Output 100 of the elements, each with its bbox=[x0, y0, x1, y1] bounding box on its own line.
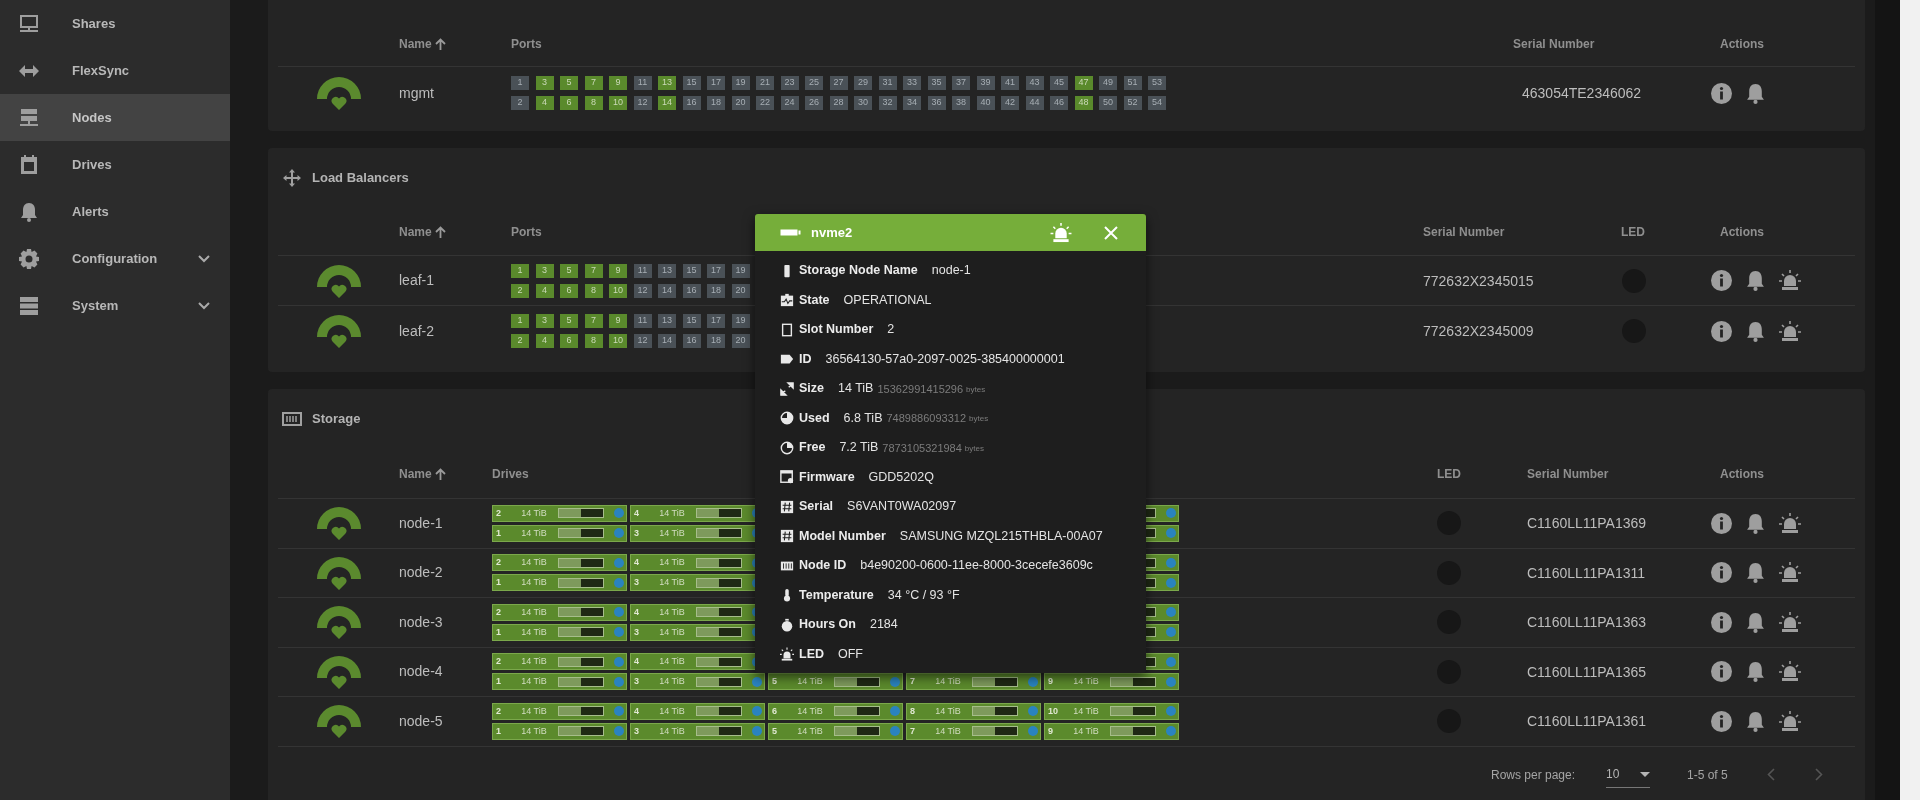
column-header: Actions bbox=[1720, 465, 1764, 483]
drive-slot[interactable]: 7 14 TiB bbox=[906, 722, 1041, 740]
usage-bar bbox=[834, 726, 880, 737]
drive-slot[interactable]: 3 14 TiB bbox=[630, 673, 765, 691]
hash-icon bbox=[780, 529, 794, 544]
info-icon[interactable] bbox=[1711, 611, 1732, 633]
drive-slot[interactable]: 10 14 TiB bbox=[1044, 702, 1179, 720]
usage-bar bbox=[558, 726, 604, 737]
info-icon[interactable] bbox=[1711, 710, 1732, 732]
sidebar-item[interactable]: Shares bbox=[0, 0, 230, 47]
close-icon[interactable] bbox=[1104, 225, 1118, 240]
port-indicator: 53 bbox=[1148, 76, 1166, 90]
column-header[interactable]: Name bbox=[399, 464, 432, 483]
siren-icon[interactable] bbox=[1779, 562, 1801, 584]
port-indicator: 33 bbox=[903, 76, 921, 90]
usage-bar bbox=[696, 656, 742, 667]
drive-slot[interactable]: 8 14 TiB bbox=[906, 702, 1041, 720]
drive-slot[interactable]: 9 14 TiB bbox=[1044, 673, 1179, 691]
sort-arrow-icon[interactable] bbox=[434, 467, 446, 480]
drive-number: 5 bbox=[772, 724, 778, 738]
drive-slot[interactable]: 1 14 TiB bbox=[492, 673, 627, 691]
drive-number: 2 bbox=[496, 556, 502, 569]
sidebar-item[interactable]: Alerts bbox=[0, 188, 230, 235]
byte-count: 7489886093312 bbox=[886, 411, 967, 426]
field-value: node-1 bbox=[931, 262, 971, 280]
column-header: Serial Number bbox=[1423, 223, 1505, 241]
drive-slot[interactable]: 6 14 TiB bbox=[768, 702, 903, 720]
bell-icon[interactable] bbox=[1746, 661, 1765, 683]
bell-icon[interactable] bbox=[1746, 82, 1765, 104]
field-value: 7.2 TiB bbox=[839, 439, 879, 457]
drive-slot[interactable]: 4 14 TiB bbox=[630, 702, 765, 720]
drive-slot[interactable]: 2 14 TiB bbox=[492, 603, 627, 621]
card-title: Load Balancers bbox=[312, 169, 409, 188]
siren-icon[interactable] bbox=[1779, 270, 1801, 291]
drive-slot[interactable]: 2 14 TiB bbox=[492, 554, 627, 572]
drive-number: 1 bbox=[496, 724, 502, 738]
siren-icon[interactable] bbox=[1779, 320, 1801, 342]
chevron-down-icon[interactable] bbox=[198, 255, 210, 263]
drive-slot[interactable]: 5 14 TiB bbox=[768, 673, 903, 691]
sidebar-item[interactable]: Configuration bbox=[0, 235, 230, 282]
field-value: GDD5202Q bbox=[868, 468, 934, 486]
port-indicator: 36 bbox=[927, 96, 946, 110]
siren-icon[interactable] bbox=[1779, 611, 1801, 633]
drive-slot[interactable]: 2 14 TiB bbox=[492, 702, 627, 720]
drive-slot[interactable]: 1 14 TiB bbox=[492, 524, 627, 542]
sort-arrow-icon[interactable] bbox=[434, 37, 446, 50]
drive-size: 14 TiB bbox=[658, 675, 686, 688]
server-stack-icon bbox=[19, 107, 39, 128]
bell-icon[interactable] bbox=[1746, 611, 1765, 633]
sidebar-item[interactable]: Drives bbox=[0, 141, 230, 188]
info-icon[interactable] bbox=[1711, 320, 1732, 342]
drive-number: 4 bbox=[634, 556, 640, 569]
sort-arrow-icon[interactable] bbox=[434, 225, 446, 238]
port-indicator: 3 bbox=[535, 76, 554, 90]
drive-slot[interactable]: 3 14 TiB bbox=[630, 722, 765, 740]
bell-icon[interactable] bbox=[1746, 512, 1765, 534]
serial-number: C1160LL11PA1363 bbox=[1527, 614, 1647, 631]
info-icon[interactable] bbox=[1711, 661, 1732, 683]
info-icon[interactable] bbox=[1711, 562, 1732, 584]
sidebar-item[interactable]: System bbox=[0, 282, 230, 329]
port-indicator: 20 bbox=[731, 283, 750, 298]
drive-slot[interactable]: 1 14 TiB bbox=[492, 574, 627, 592]
drive-slot[interactable]: 5 14 TiB bbox=[768, 722, 903, 740]
drive-number: 3 bbox=[634, 625, 640, 639]
sidebar-item[interactable]: FlexSync bbox=[0, 47, 230, 94]
drive-slot[interactable]: 9 14 TiB bbox=[1044, 722, 1179, 740]
column-header[interactable]: Name bbox=[399, 222, 432, 241]
field-value: 2184 bbox=[869, 616, 898, 634]
info-icon[interactable] bbox=[1711, 512, 1732, 534]
heart-arc-icon bbox=[315, 505, 362, 542]
drive-slot[interactable]: 7 14 TiB bbox=[906, 673, 1041, 691]
serial-number: C1160LL11PA1369 bbox=[1527, 515, 1647, 532]
field-label: Serial bbox=[799, 498, 834, 516]
bell-icon[interactable] bbox=[1746, 320, 1765, 342]
port-indicator: 4 bbox=[535, 334, 554, 348]
bell-icon[interactable] bbox=[1746, 710, 1765, 732]
info-icon[interactable] bbox=[1711, 82, 1732, 104]
siren-icon[interactable] bbox=[1779, 512, 1801, 534]
card-title: Storage bbox=[312, 410, 361, 429]
port-indicator: 25 bbox=[805, 76, 823, 90]
bell-icon[interactable] bbox=[1746, 270, 1765, 291]
bell-icon[interactable] bbox=[1746, 562, 1765, 584]
column-header[interactable]: Name bbox=[399, 34, 432, 53]
rows-per-page-select[interactable]: 10 bbox=[1606, 761, 1650, 788]
drive-number: 4 bbox=[634, 506, 640, 520]
usage-bar bbox=[558, 528, 604, 539]
info-icon[interactable] bbox=[1711, 270, 1732, 291]
drive-size: 14 TiB bbox=[520, 724, 548, 738]
drive-slot[interactable]: 1 14 TiB bbox=[492, 623, 627, 641]
caret-down-icon bbox=[1640, 771, 1650, 777]
port-indicator: 12 bbox=[633, 283, 652, 298]
drive-slot[interactable]: 1 14 TiB bbox=[492, 722, 627, 740]
chevron-down-icon[interactable] bbox=[198, 302, 210, 310]
siren-icon[interactable] bbox=[1779, 710, 1801, 732]
drive-number: 4 bbox=[634, 655, 640, 668]
siren-icon[interactable] bbox=[1779, 661, 1801, 683]
drive-slot[interactable]: 2 14 TiB bbox=[492, 653, 627, 671]
drive-slot[interactable]: 2 14 TiB bbox=[492, 504, 627, 522]
sidebar-item[interactable]: Nodes bbox=[0, 94, 230, 141]
siren-icon[interactable] bbox=[1050, 222, 1072, 243]
